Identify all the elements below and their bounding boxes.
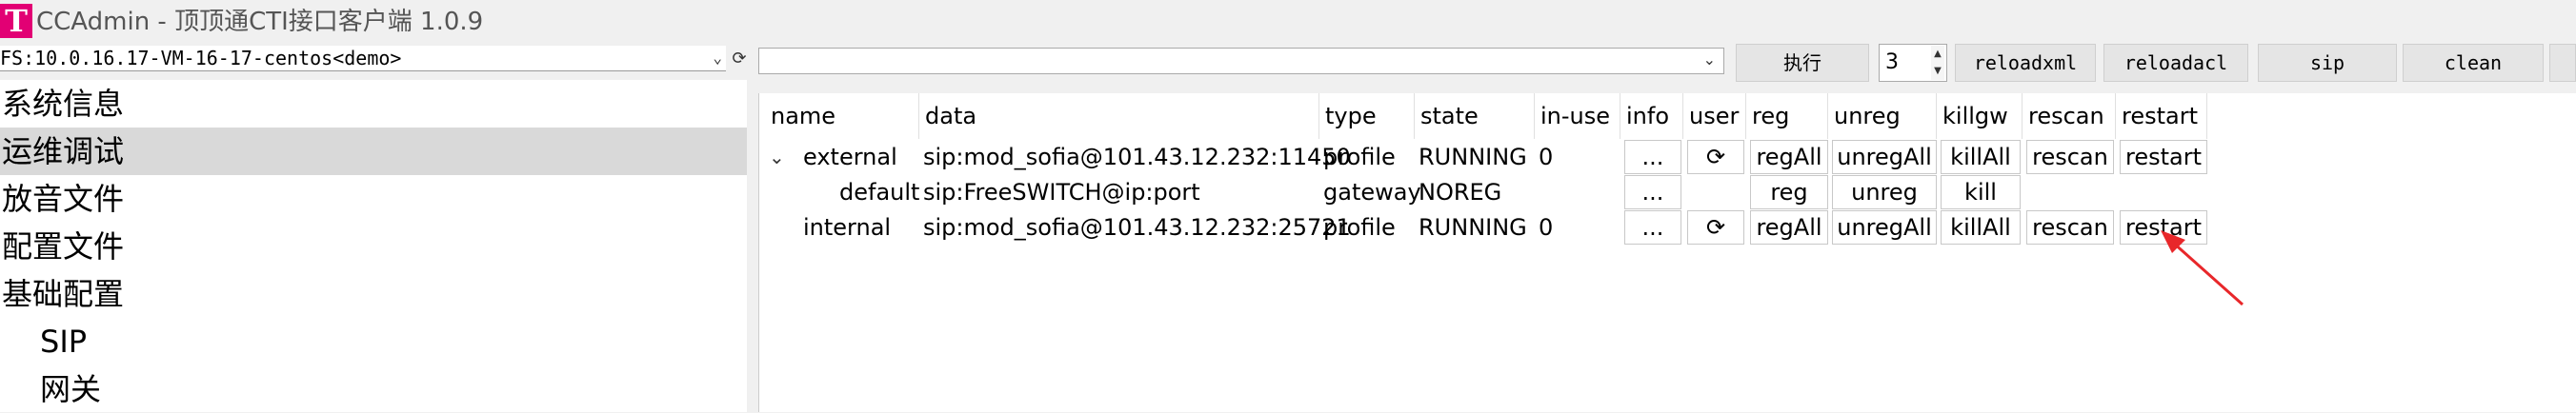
column-header-in-use[interactable]: in-use [1535, 93, 1620, 139]
row-data: sip:mod_sofia@101.43.12.232:25721 [923, 214, 1351, 241]
count-spinbox[interactable]: 3 ▲ ▼ [1879, 44, 1947, 82]
sidebar-item-sip[interactable]: SIP [0, 318, 747, 365]
sidebar-item-label: 网关 [40, 371, 102, 407]
unreg-all-button[interactable]: unregAll [1832, 210, 1937, 245]
row-in-use: 0 [1539, 214, 1554, 241]
row-name: external [803, 144, 897, 170]
fs-server-value: FS:10.0.16.17-VM-16-17-centos<demo> [0, 47, 402, 69]
row-type: profile [1323, 214, 1396, 241]
sip-button[interactable]: sip [2258, 44, 2397, 82]
row-name: default [839, 179, 920, 206]
row-in-use: 0 [1539, 144, 1554, 170]
row-data: sip:FreeSWITCH@ip:port [923, 179, 1200, 206]
sidebar-item-ops-debug[interactable]: 运维调试 [0, 128, 747, 175]
sidebar-item-gateway[interactable]: 网关 [0, 365, 747, 413]
column-header-name[interactable]: name [765, 93, 919, 139]
user-refresh-icon[interactable]: ⟳ [1687, 210, 1744, 245]
kill-all-button[interactable]: killAll [1941, 210, 2021, 245]
sidebar-item-label: SIP [40, 324, 88, 360]
column-header-info[interactable]: info [1620, 93, 1683, 139]
row-name: internal [803, 214, 892, 241]
sidebar-item-system-info[interactable]: 系统信息 [0, 80, 747, 128]
column-header-user[interactable]: user [1683, 93, 1746, 139]
user-refresh-icon[interactable]: ⟳ [1687, 140, 1744, 174]
kill-button[interactable]: kill [1941, 175, 2021, 209]
sidebar-item-basic-config[interactable]: 基础配置 [0, 270, 747, 318]
sidebar-tree: 系统信息 运维调试 放音文件 配置文件 基础配置 SIP 网关 [0, 80, 748, 412]
column-header-reg[interactable]: reg [1746, 93, 1828, 139]
spin-up-icon[interactable]: ▲ [1931, 46, 1944, 63]
count-value: 3 [1885, 50, 1899, 74]
column-header-rescan[interactable]: rescan [2023, 93, 2116, 139]
sidebar-item-label: 系统信息 [2, 86, 125, 122]
reg-button[interactable]: reg [1750, 175, 1828, 209]
execute-button[interactable]: 执行 [1736, 44, 1869, 82]
column-header-killgw[interactable]: killgw [1937, 93, 2023, 139]
rescan-button[interactable]: rescan [2026, 210, 2114, 245]
annotation-arrow-icon [2161, 230, 2244, 306]
reg-all-button[interactable]: regAll [1750, 210, 1828, 245]
more-button[interactable] [2549, 44, 2576, 82]
row-state: NOREG [1419, 179, 1502, 206]
splitter[interactable] [747, 80, 758, 412]
restart-button[interactable]: restart [2120, 140, 2207, 174]
column-header-data[interactable]: data [919, 93, 1319, 139]
sidebar-item-config-files[interactable]: 配置文件 [0, 223, 747, 270]
row-state: RUNNING [1419, 144, 1527, 170]
sidebar-item-label: 基础配置 [2, 276, 125, 312]
chevron-down-icon[interactable]: ⌄ [769, 140, 785, 174]
app-logo-icon: T [0, 4, 32, 38]
column-header-type[interactable]: type [1319, 93, 1415, 139]
title-bar: T CCAdmin - 顶顶通CTI接口客户端 1.0.9 [0, 0, 2576, 42]
sofia-status-table: name data type state in-use info user re… [758, 93, 2576, 412]
rescan-button[interactable]: rescan [2026, 140, 2114, 174]
sidebar-item-label: 运维调试 [2, 133, 125, 169]
unreg-all-button[interactable]: unregAll [1832, 140, 1937, 174]
info-button[interactable]: ... [1624, 140, 1681, 174]
row-state: RUNNING [1419, 214, 1527, 241]
info-button[interactable]: ... [1624, 175, 1681, 209]
column-header-unreg[interactable]: unreg [1828, 93, 1937, 139]
row-data: sip:mod_sofia@101.43.12.232:11450 [923, 144, 1351, 170]
refresh-icon[interactable]: ⟳ [730, 48, 749, 70]
chevron-down-icon[interactable]: ⌄ [713, 46, 722, 70]
sidebar-item-audio-files[interactable]: 放音文件 [0, 175, 747, 223]
unreg-button[interactable]: unreg [1832, 175, 1937, 209]
reloadxml-button[interactable]: reloadxml [1955, 44, 2096, 82]
column-header-state[interactable]: state [1415, 93, 1535, 139]
command-select[interactable]: ⌄ [758, 48, 1724, 74]
clean-button[interactable]: clean [2403, 44, 2544, 82]
sidebar-item-label: 配置文件 [2, 228, 125, 265]
spin-down-icon[interactable]: ▼ [1931, 63, 1944, 80]
info-button[interactable]: ... [1624, 210, 1681, 245]
window-title: CCAdmin - 顶顶通CTI接口客户端 1.0.9 [36, 8, 484, 36]
sidebar-item-label: 放音文件 [2, 181, 125, 217]
reloadacl-button[interactable]: reloadacl [2103, 44, 2248, 82]
chevron-down-icon[interactable]: ⌄ [1703, 50, 1716, 69]
fs-server-select[interactable]: FS:10.0.16.17-VM-16-17-centos<demo> ⌄ [0, 46, 726, 71]
row-type: profile [1323, 144, 1396, 170]
reg-all-button[interactable]: regAll [1750, 140, 1828, 174]
column-header-restart[interactable]: restart [2116, 93, 2207, 139]
kill-all-button[interactable]: killAll [1941, 140, 2021, 174]
row-type: gateway [1323, 179, 1421, 206]
